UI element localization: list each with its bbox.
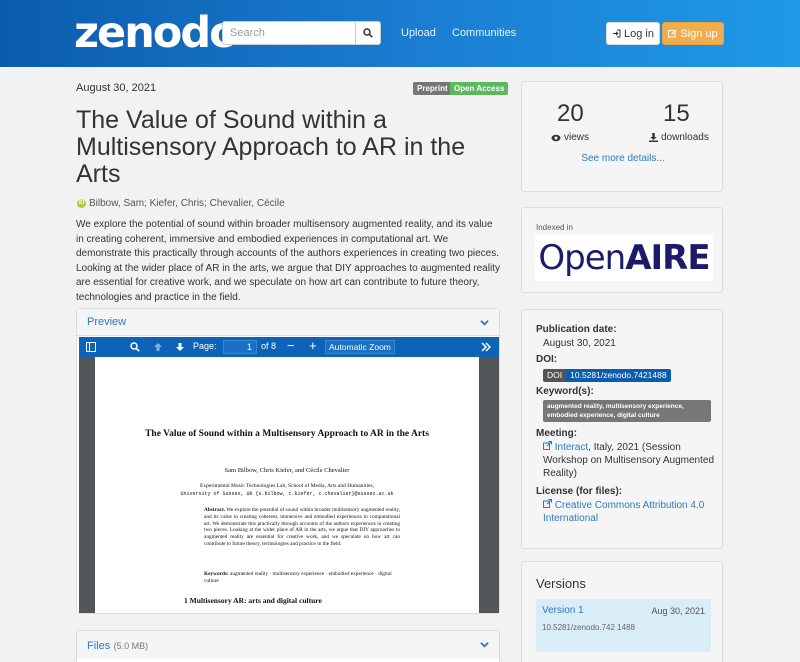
publication-date: August 30, 2021 <box>76 82 157 94</box>
zoom-in-button[interactable]: + <box>309 338 317 353</box>
publication-date-label: Publication date: <box>536 324 617 335</box>
views-label-wrap: views <box>551 132 589 143</box>
login-label: Log in <box>624 27 654 40</box>
eye-icon <box>551 134 561 141</box>
stats-panel: 20 15 views downloads See more details..… <box>521 81 723 192</box>
license-link[interactable]: Creative Commons Attribution 4.0 Interna… <box>543 500 704 524</box>
sign-in-icon <box>613 29 621 38</box>
metadata-panel: Publication date: August 30, 2021 DOI: D… <box>521 309 723 549</box>
edit-icon <box>668 29 677 38</box>
external-link-icon <box>543 499 552 508</box>
see-more-details-link[interactable]: See more details... <box>522 153 724 164</box>
pdf-keywords-label: Keywords: <box>204 571 229 577</box>
page-label: Page: <box>193 341 217 351</box>
files-size: (5.0 MB) <box>113 640 149 651</box>
chevron-down-icon <box>480 319 489 326</box>
abstract: We explore the potential of sound within… <box>76 219 500 303</box>
nav-communities[interactable]: Communities <box>452 27 516 39</box>
pdf-keywords-text: augmented reality · multisensory experie… <box>204 571 392 584</box>
authors-text[interactable]: Bilbow, Sam; Kiefer, Chris; Chevalier, C… <box>89 198 285 209</box>
keywords-badge: augmented reality, multisensory experien… <box>543 400 711 422</box>
page-number-input[interactable]: 1 <box>223 340 257 354</box>
preview-label: Preview <box>87 316 127 328</box>
downloads-label: downloads <box>661 132 709 143</box>
pdf-affiliation: Experimental Music Technologies Lab, Sch… <box>95 483 479 498</box>
downloads-count: 15 <box>663 100 690 127</box>
indexed-in-panel: Indexed in Open AIRE <box>521 207 723 293</box>
license-value: Creative Commons Attribution 4.0 Interna… <box>543 499 715 525</box>
record-title: The Value of Sound within a Multisensory… <box>76 106 466 188</box>
publication-date-value: August 30, 2021 <box>543 338 616 349</box>
pdf-title: The Value of Sound within a Multisensory… <box>145 429 429 439</box>
next-page-icon[interactable] <box>175 342 185 352</box>
version-doi: 10.5281/zenodo.742 1488 <box>542 623 635 632</box>
search-button[interactable] <box>355 21 381 45</box>
search-icon <box>363 28 373 38</box>
pdf-keywords: Keywords: augmented reality · multisenso… <box>204 571 400 585</box>
pdf-toolbar: Page: 1 of 8 − + Automatic Zoom <box>79 337 499 357</box>
preview-header[interactable]: Preview <box>77 309 499 336</box>
search-form <box>222 21 381 45</box>
find-icon[interactable] <box>130 342 140 352</box>
files-label: Files <box>87 639 111 652</box>
pdf-abstract-text: We explore the potential of sound within… <box>204 507 401 547</box>
preview-panel: Preview Page: 1 of 8 − + Automatic Zoom … <box>76 308 500 614</box>
pdf-section-heading: 1 Multisensory AR: arts and digital cult… <box>184 596 322 605</box>
page-total: of 8 <box>261 341 277 351</box>
views-label: views <box>564 132 590 143</box>
indexed-in-label: Indexed in <box>536 223 573 232</box>
chevron-down-icon <box>480 642 489 648</box>
pdf-affiliation-line-1: Experimental Music Technologies Lab, Sch… <box>200 483 374 489</box>
doi-label: DOI: <box>536 354 558 365</box>
files-panel: Files (5.0 MB) <box>76 630 500 662</box>
keywords-label: Keyword(s): <box>536 386 594 397</box>
signup-button[interactable]: Sign up <box>662 22 724 45</box>
zoom-out-button[interactable]: − <box>287 338 295 353</box>
tools-menu-icon[interactable] <box>481 342 491 352</box>
external-link-icon <box>543 441 552 450</box>
sidebar-toggle-icon[interactable] <box>86 342 96 352</box>
meeting-value: Interact, Italy, 2021 (Session Workshop … <box>543 441 715 480</box>
preprint-badge: Preprint <box>413 82 452 95</box>
meeting-label: Meeting: <box>536 428 578 439</box>
previous-page-icon[interactable] <box>153 342 163 352</box>
license-label: License (for files): <box>536 486 623 497</box>
versions-panel: Versions Version 1 Aug 30, 2021 10.5281/… <box>521 561 723 662</box>
version-date: Aug 30, 2021 <box>651 606 705 616</box>
signup-label: Sign up <box>680 27 718 40</box>
nav-upload[interactable]: Upload <box>401 27 436 39</box>
login-button[interactable]: Log in <box>606 22 660 45</box>
version-link[interactable]: Version 1 <box>542 605 584 616</box>
version-row: Version 1 Aug 30, 2021 10.5281/zenodo.74… <box>536 599 711 652</box>
doi-badge[interactable]: DOI 10.5281/zenodo.7421488 <box>543 369 671 382</box>
pdf-abstract: Abstract. We explore the potential of so… <box>204 507 400 548</box>
top-navbar: zenodo Upload Communities Log in Sign up <box>0 0 800 67</box>
meeting-link[interactable]: Interact <box>555 442 588 453</box>
orcid-icon: iD <box>77 199 86 208</box>
open-access-badge: Open Access <box>450 82 509 95</box>
pdf-authors: Sam Bilbow, Chris Kiefer, and Cécile Che… <box>224 467 350 474</box>
search-input[interactable] <box>222 21 355 45</box>
zenodo-logo[interactable]: zenodo <box>74 9 239 57</box>
pdf-abstract-label: Abstract. <box>204 507 226 513</box>
views-count: 20 <box>557 100 584 127</box>
pdf-viewer[interactable]: The Value of Sound within a Multisensory… <box>79 357 499 613</box>
versions-title: Versions <box>536 576 586 591</box>
authors-line: iD Bilbow, Sam; Kiefer, Chris; Chevalier… <box>77 198 285 209</box>
zoom-select[interactable]: Automatic Zoom <box>325 340 395 354</box>
pdf-affiliation-line-2: University of Sussex, UK {s.bilbow, c.ki… <box>180 490 394 497</box>
downloads-label-wrap: downloads <box>649 132 709 143</box>
download-icon <box>649 133 658 142</box>
openaire-logo[interactable]: Open AIRE <box>535 235 713 281</box>
files-header[interactable]: Files (5.0 MB) <box>77 631 499 658</box>
pdf-page: The Value of Sound within a Multisensory… <box>95 357 479 613</box>
